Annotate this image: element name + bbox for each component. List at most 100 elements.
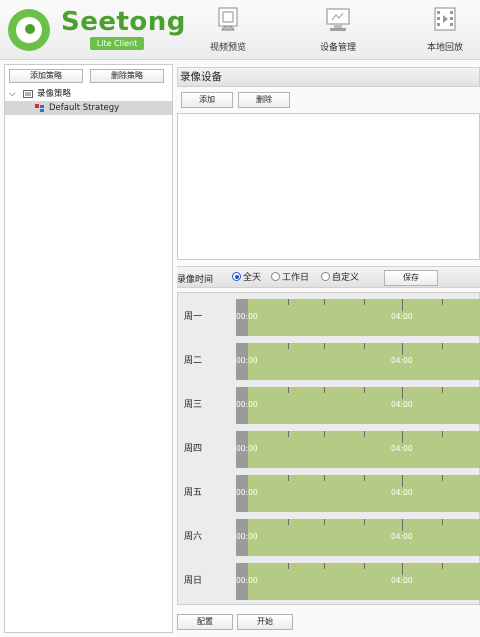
- time-tick: [324, 299, 325, 305]
- day-label: 周二: [184, 356, 203, 366]
- time-tick: [288, 475, 289, 481]
- time-label-mid: 04:00: [391, 312, 413, 321]
- time-tick: [402, 563, 403, 575]
- device-manage-icon: [326, 8, 350, 31]
- time-label-start: 00:00: [236, 576, 258, 585]
- time-tick: [364, 343, 365, 349]
- time-tick: [402, 343, 403, 355]
- time-label-start: 00:00: [236, 532, 258, 541]
- schedule-row: 周二 00:00 04:00: [178, 338, 480, 380]
- schedule-row: 周日 00:00 04:00: [178, 558, 480, 600]
- logo-text: Seetong: [61, 7, 186, 37]
- strategy-folder-icon: [23, 90, 33, 98]
- day-label: 周四: [184, 444, 203, 454]
- schedule-track[interactable]: 00:00 04:00: [236, 475, 480, 512]
- schedule-grid: 周一 00:00 04:00 周二 00:00 04:00 周三 00:00 04:00 周四 00…: [177, 292, 480, 605]
- record-device-list[interactable]: [177, 113, 480, 260]
- time-tick: [324, 563, 325, 569]
- record-time-label: 录像时间: [177, 275, 214, 285]
- tree-root-label: 录像策略: [37, 89, 72, 99]
- record-device-header: 录像设备: [177, 67, 480, 87]
- radio-dot: [321, 272, 330, 281]
- day-label: 周五: [184, 488, 203, 498]
- schedule-row: 周四 00:00 04:00: [178, 426, 480, 468]
- add-strategy-button[interactable]: 添加策略: [9, 69, 83, 83]
- radio-dot: [271, 272, 280, 281]
- time-tick: [288, 387, 289, 393]
- schedule-track[interactable]: 00:00 04:00: [236, 519, 480, 556]
- schedule-row: 周五 00:00 04:00: [178, 470, 480, 512]
- strategy-panel: 添加策略 删除策略 ⌵ 录像策略 Default Strategy: [4, 64, 173, 633]
- chevron-down-icon[interactable]: ⌵: [9, 87, 15, 101]
- save-button[interactable]: 保存: [384, 270, 438, 286]
- strategy-node-icon: [35, 104, 44, 112]
- record-time-bar: 录像时间 全天 工作日 自定义 保存: [177, 266, 480, 288]
- time-tick: [288, 563, 289, 569]
- nav-device-manage[interactable]: 设备管理: [298, 6, 378, 56]
- time-tick: [288, 431, 289, 437]
- schedule-track[interactable]: 00:00 04:00: [236, 563, 480, 600]
- nav-video-preview[interactable]: 视频预览: [188, 6, 268, 56]
- time-tick: [402, 475, 403, 487]
- day-label: 周三: [184, 400, 203, 410]
- time-label-start: 00:00: [236, 488, 258, 497]
- tree-item-root[interactable]: ⌵ 录像策略: [5, 87, 172, 101]
- schedule-track[interactable]: 00:00 04:00: [236, 387, 480, 424]
- radio-all-day[interactable]: 全天: [232, 272, 261, 284]
- time-label-mid: 04:00: [391, 356, 413, 365]
- schedule-row: 周六 00:00 04:00: [178, 514, 480, 556]
- nav-label: 视频预览: [209, 43, 246, 53]
- tree-child-label: Default Strategy: [49, 103, 120, 113]
- time-label-mid: 04:00: [391, 532, 413, 541]
- time-label-mid: 04:00: [391, 488, 413, 497]
- time-tick: [324, 519, 325, 525]
- time-label-start: 00:00: [236, 444, 258, 453]
- time-tick: [442, 387, 443, 393]
- schedule-track[interactable]: 00:00 04:00: [236, 299, 480, 336]
- time-tick: [324, 343, 325, 349]
- strategy-tree: ⌵ 录像策略 Default Strategy: [5, 87, 172, 115]
- time-tick: [442, 299, 443, 305]
- delete-strategy-button[interactable]: 删除策略: [90, 69, 164, 83]
- time-tick: [402, 519, 403, 531]
- config-button[interactable]: 配置: [177, 614, 233, 630]
- app-logo: Seetong Lite Client: [8, 7, 185, 53]
- nav-label: 设备管理: [319, 43, 356, 53]
- time-tick: [288, 519, 289, 525]
- schedule-row: 周一 00:00 04:00: [178, 294, 480, 336]
- tree-item-default-strategy[interactable]: Default Strategy: [5, 101, 172, 115]
- time-tick: [442, 431, 443, 437]
- schedule-track[interactable]: 00:00 04:00: [236, 431, 480, 468]
- time-tick: [324, 431, 325, 437]
- time-tick: [442, 475, 443, 481]
- time-tick: [442, 519, 443, 525]
- time-tick: [364, 519, 365, 525]
- time-tick: [364, 299, 365, 305]
- schedule-row: 周三 00:00 04:00: [178, 382, 480, 424]
- radio-custom[interactable]: 自定义: [321, 272, 359, 284]
- nav-local-playback[interactable]: 本地回放: [405, 6, 480, 56]
- time-tick: [324, 475, 325, 481]
- start-button[interactable]: 开始: [237, 614, 293, 630]
- time-label-mid: 04:00: [391, 444, 413, 453]
- app-header: Seetong Lite Client 视频预览 设备管理 本地回放: [0, 0, 480, 60]
- time-label-start: 00:00: [236, 400, 258, 409]
- nav-label: 本地回放: [426, 43, 463, 53]
- schedule-track[interactable]: 00:00 04:00: [236, 343, 480, 380]
- add-device-button[interactable]: 添加: [181, 92, 233, 108]
- day-label: 周一: [184, 312, 203, 322]
- time-tick: [364, 563, 365, 569]
- time-tick: [402, 431, 403, 443]
- radio-workday[interactable]: 工作日: [271, 272, 309, 284]
- delete-device-button[interactable]: 删除: [238, 92, 290, 108]
- logo-badge: Lite Client: [90, 37, 144, 50]
- time-label-start: 00:00: [236, 356, 258, 365]
- radio-dot: [232, 272, 241, 281]
- time-tick: [288, 343, 289, 349]
- time-label-start: 00:00: [236, 312, 258, 321]
- local-playback-icon: [434, 7, 456, 31]
- time-tick: [442, 343, 443, 349]
- time-tick: [402, 299, 403, 311]
- time-tick: [402, 387, 403, 399]
- time-label-mid: 04:00: [391, 576, 413, 585]
